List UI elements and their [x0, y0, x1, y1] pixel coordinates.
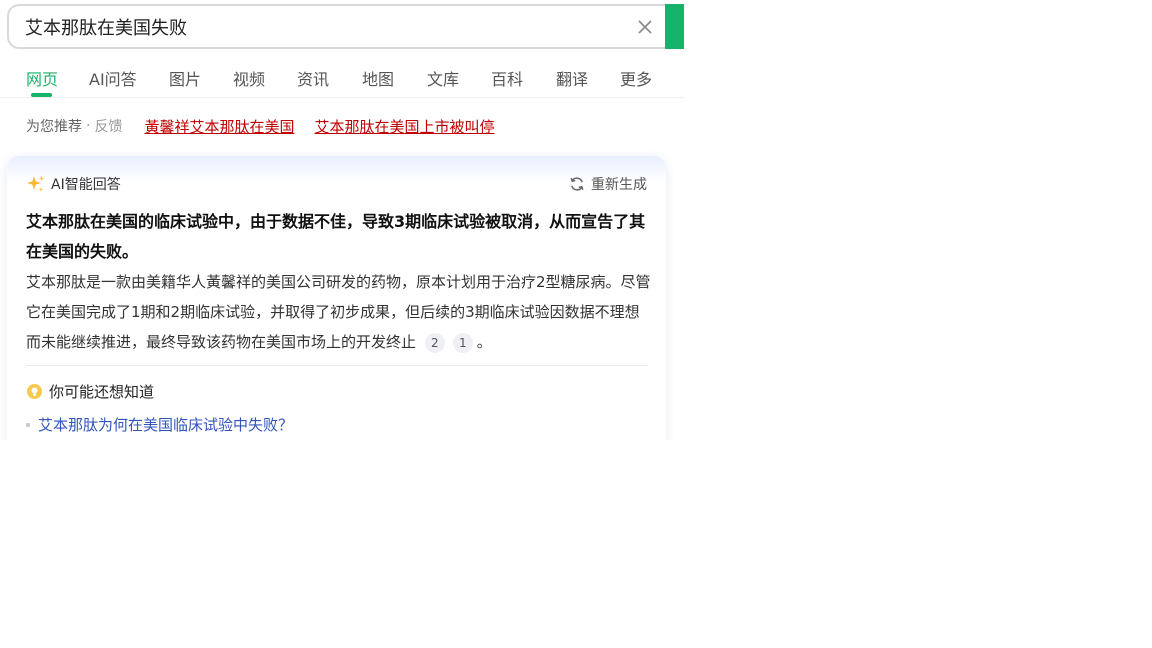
ai-answer-card: AI智能回答 重新生成 艾本那肽在美国的临床试验中，由于数据不佳，导致3期临床试…: [7, 156, 666, 456]
search-input[interactable]: 艾本那肽在美国失败: [25, 14, 623, 40]
bullet: [26, 422, 30, 427]
end-punctuation: 。: [476, 333, 492, 351]
related-question-text[interactable]: 艾本那肽为何在美国临床试验中失败？: [38, 414, 293, 435]
recommend-label: 为您推荐: [26, 119, 82, 135]
ai-answer-title: AI智能回答: [51, 177, 121, 193]
viewport-cutoff: [0, 440, 684, 648]
search-button[interactable]: [665, 4, 684, 49]
clear-icon[interactable]: [623, 6, 667, 47]
divider: [26, 365, 648, 366]
search-box[interactable]: 艾本那肽在美国失败: [7, 4, 667, 49]
answer-summary: 艾本那肽在美国的临床试验中，由于数据不佳，导致3期临床试验被取消，从而宣告了其在…: [26, 212, 646, 261]
recommend-row: 为您推荐 · 反馈 黃馨祥艾本那肽在美国 艾本那肽在美国上市被叫停: [26, 116, 494, 136]
tab-images[interactable]: 图片: [169, 66, 201, 90]
ai-answer-header: AI智能回答: [26, 174, 121, 194]
tab-encyclopedia[interactable]: 百科: [491, 66, 523, 90]
tab-translate[interactable]: 翻译: [556, 66, 588, 90]
also-know-header: 你可能还想知道: [26, 381, 154, 402]
also-know-title: 你可能还想知道: [49, 383, 155, 401]
feedback-link[interactable]: 反馈: [94, 116, 122, 136]
tab-maps[interactable]: 地图: [362, 66, 394, 90]
citation-badge[interactable]: 2: [424, 333, 445, 353]
regenerate-label: 重新生成: [591, 177, 647, 193]
active-tab-indicator: [31, 93, 52, 97]
refresh-icon: [570, 177, 584, 191]
related-question[interactable]: 艾本那肽为何在美国临床试验中失败？: [26, 414, 293, 435]
lightbulb-icon: [27, 384, 42, 399]
tab-videos[interactable]: 视频: [233, 66, 265, 90]
search-tabs: 网页 AI问答 图片 视频 资讯 地图 文库 百科 翻译 更多: [0, 60, 684, 98]
separator-dot: ·: [86, 118, 91, 134]
tab-more[interactable]: 更多: [620, 66, 652, 90]
tab-web[interactable]: 网页: [26, 66, 58, 90]
recommend-link[interactable]: 艾本那肽在美国上市被叫停: [314, 116, 494, 137]
recommend-link[interactable]: 黃馨祥艾本那肽在美国: [144, 116, 294, 137]
regenerate-button[interactable]: 重新生成: [569, 174, 647, 194]
answer-body: 艾本那肽是一款由美籍华人黃馨祥的美国公司研发的药物，原本计划用于治疗2型糖尿病。…: [26, 267, 651, 357]
tab-news[interactable]: 资讯: [297, 66, 329, 90]
citation-badge[interactable]: 1: [452, 333, 473, 353]
answer-body-text: 艾本那肽是一款由美籍华人黃馨祥的美国公司研发的药物，原本计划用于治疗2型糖尿病。…: [26, 273, 651, 351]
tab-ai-qa[interactable]: AI问答: [89, 66, 137, 90]
sparkle-icon: [27, 175, 45, 192]
tab-library[interactable]: 文库: [427, 66, 459, 90]
